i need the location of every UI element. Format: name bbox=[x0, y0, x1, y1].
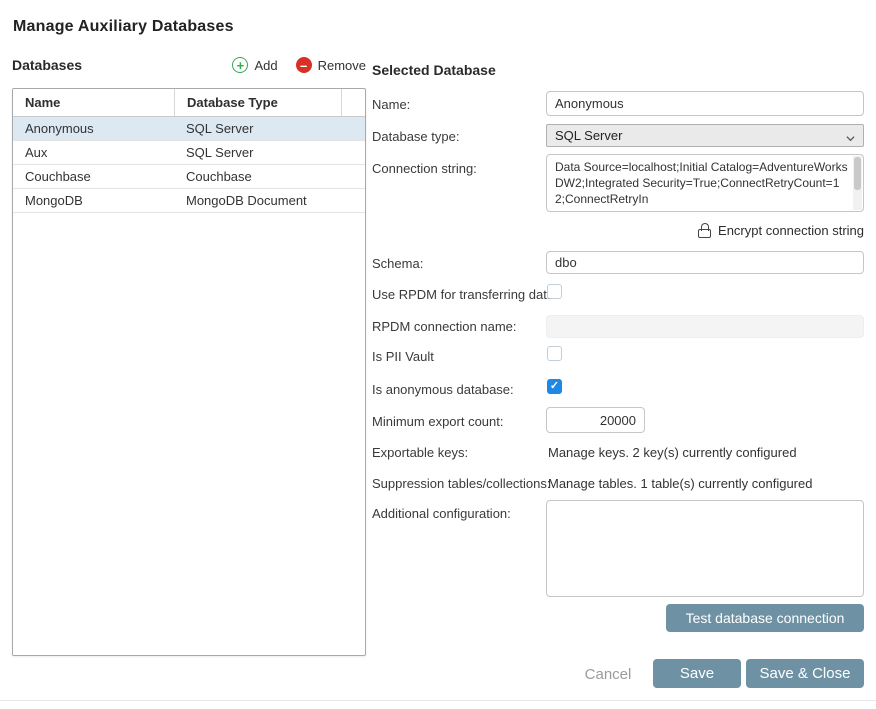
encrypt-link-label: Encrypt connection string bbox=[718, 223, 864, 238]
save-and-close-button[interactable]: Save & Close bbox=[746, 659, 864, 688]
additional-configuration-textarea[interactable] bbox=[546, 500, 864, 597]
manage-auxiliary-databases-dialog: { "page_title": "Manage Auxiliary Databa… bbox=[0, 0, 876, 709]
exportable-keys-label: Exportable keys: bbox=[372, 445, 468, 460]
column-header-spacer bbox=[341, 89, 365, 116]
databases-table-header: Name Database Type bbox=[13, 89, 365, 117]
is-pii-vault-label: Is PII Vault bbox=[372, 349, 434, 364]
database-type-value: SQL Server bbox=[555, 128, 622, 143]
minimum-export-count-label: Minimum export count: bbox=[372, 414, 504, 429]
schema-label: Schema: bbox=[372, 256, 423, 271]
scrollbar-thumb[interactable] bbox=[854, 157, 861, 190]
encrypt-connection-string-button[interactable]: Encrypt connection string bbox=[546, 223, 864, 238]
remove-button-label: Remove bbox=[318, 58, 366, 73]
is-pii-vault-checkbox[interactable] bbox=[547, 346, 562, 361]
minimum-export-count-input[interactable] bbox=[546, 407, 645, 433]
row-name-cell: Aux bbox=[13, 145, 174, 160]
add-database-button[interactable]: + Add bbox=[232, 57, 277, 73]
remove-icon: – bbox=[296, 57, 312, 73]
name-input[interactable] bbox=[546, 91, 864, 116]
database-type-label: Database type: bbox=[372, 129, 459, 144]
connection-string-label: Connection string: bbox=[372, 161, 477, 176]
save-button[interactable]: Save bbox=[653, 659, 741, 688]
add-button-label: Add bbox=[254, 58, 277, 73]
connection-string-scrollbar[interactable] bbox=[853, 156, 862, 210]
database-type-select[interactable]: SQL Server bbox=[546, 124, 864, 147]
use-rpdm-checkbox[interactable] bbox=[547, 284, 562, 299]
connection-string-value: Data Source=localhost;Initial Catalog=Ad… bbox=[547, 155, 852, 211]
table-row-aux[interactable]: Aux SQL Server bbox=[13, 141, 365, 165]
is-anonymous-database-label: Is anonymous database: bbox=[372, 382, 514, 397]
suppression-tables-label: Suppression tables/collections: bbox=[372, 476, 551, 491]
table-row-couchbase[interactable]: Couchbase Couchbase bbox=[13, 165, 365, 189]
connection-string-textarea[interactable]: Data Source=localhost;Initial Catalog=Ad… bbox=[546, 154, 864, 212]
selected-database-title: Selected Database bbox=[372, 62, 496, 78]
databases-table: Name Database Type Anonymous SQL Server … bbox=[12, 88, 366, 656]
rpdm-connection-name-input bbox=[546, 315, 864, 338]
bottom-divider bbox=[0, 700, 876, 701]
use-rpdm-label: Use RPDM for transferring data: bbox=[372, 287, 558, 302]
column-header-database-type[interactable]: Database Type bbox=[174, 89, 341, 116]
lock-icon bbox=[698, 223, 711, 238]
additional-configuration-label: Additional configuration: bbox=[372, 506, 511, 521]
add-icon: + bbox=[232, 57, 248, 73]
test-database-connection-button[interactable]: Test database connection bbox=[666, 604, 864, 632]
databases-toolbar: + Add – Remove bbox=[232, 57, 366, 73]
is-anonymous-database-checkbox[interactable]: ✓ bbox=[547, 379, 562, 394]
table-row-anonymous[interactable]: Anonymous SQL Server bbox=[13, 117, 365, 141]
table-row-mongodb[interactable]: MongoDB MongoDB Document bbox=[13, 189, 365, 213]
row-name-cell: Anonymous bbox=[13, 121, 174, 136]
column-header-name[interactable]: Name bbox=[13, 89, 174, 116]
suppression-tables-value[interactable]: Manage tables. 1 table(s) currently conf… bbox=[548, 476, 812, 491]
row-name-cell: Couchbase bbox=[13, 169, 174, 184]
rpdm-connection-name-label: RPDM connection name: bbox=[372, 319, 517, 334]
row-type-cell: MongoDB Document bbox=[174, 193, 365, 208]
schema-input[interactable] bbox=[546, 251, 864, 274]
exportable-keys-value[interactable]: Manage keys. 2 key(s) currently configur… bbox=[548, 445, 797, 460]
name-label: Name: bbox=[372, 97, 410, 112]
row-type-cell: SQL Server bbox=[174, 121, 365, 136]
chevron-down-icon bbox=[846, 131, 855, 140]
row-type-cell: SQL Server bbox=[174, 145, 365, 160]
databases-panel-title: Databases bbox=[12, 57, 82, 73]
row-type-cell: Couchbase bbox=[174, 169, 365, 184]
remove-database-button[interactable]: – Remove bbox=[296, 57, 366, 73]
page-title: Manage Auxiliary Databases bbox=[13, 18, 234, 36]
row-name-cell: MongoDB bbox=[13, 193, 174, 208]
cancel-button[interactable]: Cancel bbox=[578, 662, 638, 686]
databases-panel-header: Databases + Add – Remove bbox=[12, 57, 366, 73]
